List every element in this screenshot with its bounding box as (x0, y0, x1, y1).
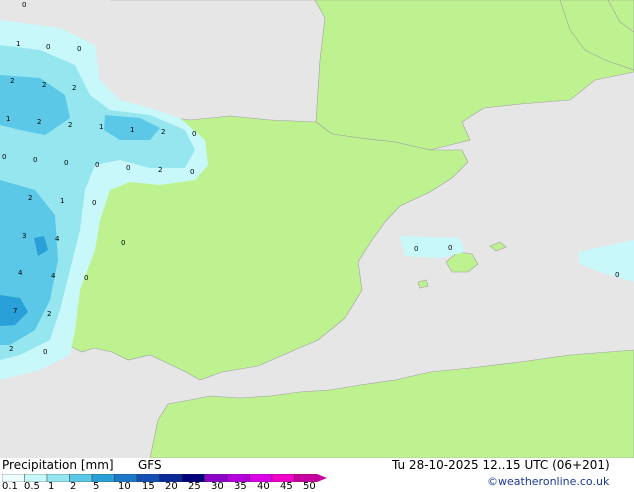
color-scale-tick-label: 0.5 (24, 481, 40, 492)
color-scale-arrow (317, 474, 327, 482)
precip-value-label: 2 (10, 77, 14, 85)
precip-value-label: 0 (121, 239, 125, 247)
color-scale-tick-label: 35 (234, 481, 247, 492)
color-scale-tick-label: 0.1 (2, 481, 18, 492)
color-scale-tick-label: 25 (188, 481, 201, 492)
precip-value-label: 4 (51, 272, 56, 280)
precip-value-label: 0 (33, 156, 37, 164)
precip-value-label: 1 (60, 197, 64, 205)
precip-value-label: 0 (84, 274, 88, 282)
precip-value-label: 0 (615, 271, 619, 279)
precip-value-label: 2 (68, 121, 72, 129)
precip-value-label: 0 (92, 199, 96, 207)
color-scale-tick-label: 20 (165, 481, 178, 492)
color-scale-tick-label: 1 (48, 481, 55, 492)
precip-value-label: 0 (448, 244, 452, 252)
precip-value-label: 1 (130, 126, 134, 134)
precip-value-label: 2 (37, 118, 41, 126)
precip-value-label: 0 (64, 159, 68, 167)
precip-value-label: 7 (13, 307, 17, 315)
precip-value-label: 2 (9, 345, 13, 353)
precip-value-label: 0 (414, 245, 418, 253)
precip-value-label: 0 (2, 153, 6, 161)
precip-value-label: 2 (158, 166, 162, 174)
precip-value-label: 0 (190, 168, 194, 176)
precip-value-label: 0 (95, 161, 99, 169)
color-scale-tick-label: 40 (257, 481, 270, 492)
color-scale-tick-label: 2 (70, 481, 77, 492)
precip-value-label: 0 (43, 348, 47, 356)
precip-value-label: 2 (72, 84, 76, 92)
precip-value-label: 2 (42, 81, 46, 89)
precip-value-label: 1 (99, 123, 103, 131)
color-scale-tick-label: 30 (211, 481, 224, 492)
precip-value-label: 0 (77, 45, 81, 53)
precip-value-label: 0 (126, 164, 130, 172)
precip-value-label: 4 (18, 269, 23, 277)
color-scale-tick-label: 10 (118, 481, 131, 492)
color-scale-tick-label: 45 (280, 481, 293, 492)
precipitation-map: 0 1 0 0 2 2 2 1 2 2 1 1 2 0 0 0 0 0 0 2 0 2 1 0 3 4 0 0 0 4 4 0 0 7 2 2 0 (0, 0, 634, 458)
precip-value-label: 2 (28, 194, 32, 202)
map-title: Precipitation [mm] (2, 458, 114, 472)
color-scale-tick-label: 5 (93, 481, 100, 492)
precip-value-label: 4 (55, 235, 60, 243)
precip-value-label: 1 (6, 115, 10, 123)
precip-value-label: 3 (22, 232, 26, 240)
valid-time: Tu 28-10-2025 12..15 UTC (06+201) (392, 458, 610, 472)
precip-value-label: 0 (46, 43, 50, 51)
precip-value-label: 2 (161, 128, 165, 136)
precip-value-label: 1 (16, 40, 20, 48)
model-name: GFS (138, 458, 162, 472)
precip-value-label: 2 (47, 310, 51, 318)
color-scale-tick-label: 50 (303, 481, 316, 492)
precip-value-label: 0 (192, 130, 196, 138)
color-scale-tick-label: 15 (142, 481, 155, 492)
precip-value-label: 0 (22, 1, 26, 9)
credit-link[interactable]: ©weatheronline.co.uk (487, 475, 609, 488)
